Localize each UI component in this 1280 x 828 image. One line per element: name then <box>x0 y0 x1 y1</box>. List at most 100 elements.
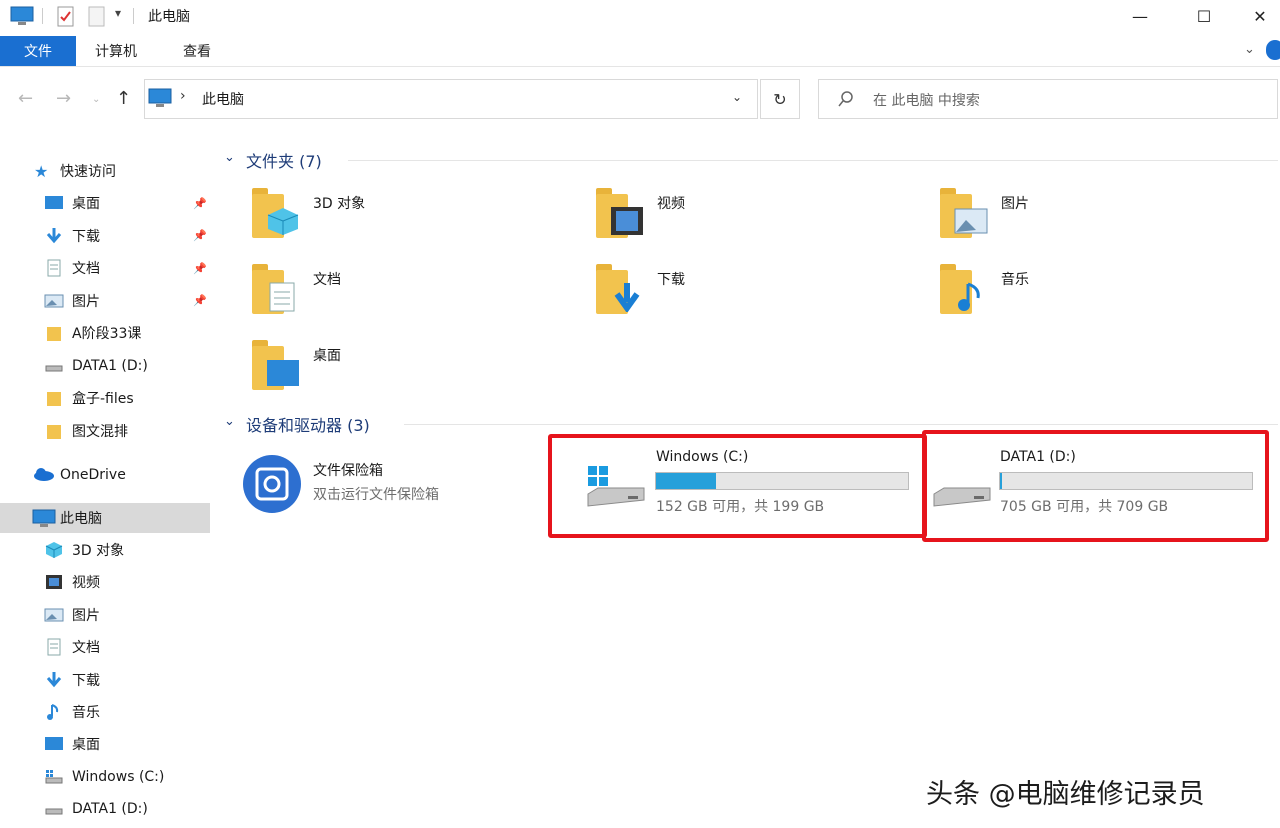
pin-icon[interactable]: 📌 <box>193 197 207 210</box>
back-icon[interactable]: ← <box>18 88 33 109</box>
sidebar-item[interactable]: 桌面 <box>0 729 210 759</box>
star-icon: ★ <box>34 161 49 181</box>
sidebar-item-label: DATA1 (D:) <box>72 801 148 818</box>
folder-label: 文档 <box>313 272 341 288</box>
breadcrumb-separator: › <box>180 88 186 104</box>
video-icon <box>44 573 64 591</box>
document-icon <box>44 259 64 277</box>
sidebar-item[interactable]: 3D 对象 <box>0 535 210 565</box>
folder-icon <box>44 422 64 440</box>
folder-item[interactable]: 视频 <box>596 186 896 246</box>
desktop-icon <box>44 194 64 212</box>
properties-icon[interactable] <box>56 6 76 28</box>
new-folder-icon[interactable] <box>88 6 106 28</box>
sidebar-item[interactable]: 盒子-files <box>0 383 210 413</box>
sidebar-item-label: 3D 对象 <box>72 543 125 559</box>
title-bar: ▾ 此电脑 — ☐ ✕ <box>0 0 1280 32</box>
tab-file[interactable]: 文件 <box>0 36 76 66</box>
windows-drive-icon <box>44 768 64 786</box>
refresh-button[interactable]: ↻ <box>760 79 800 119</box>
cube-icon <box>44 541 64 559</box>
folder-item[interactable]: 3D 对象 <box>252 186 552 246</box>
separator <box>42 8 43 24</box>
computer-icon <box>32 509 56 527</box>
highlight-box <box>548 434 927 538</box>
music-folder-icon <box>940 262 990 316</box>
up-icon[interactable]: ↑ <box>116 88 131 109</box>
sidebar-item[interactable]: 图文混排 <box>0 416 210 446</box>
maximize-button[interactable]: ☐ <box>1172 0 1236 32</box>
folder-item[interactable]: 音乐 <box>940 262 1240 322</box>
sidebar-item[interactable]: 视频 <box>0 567 210 597</box>
folder-label: 下载 <box>657 272 685 288</box>
picture-icon <box>44 292 64 310</box>
sidebar-item-label: DATA1 (D:) <box>72 357 148 374</box>
sidebar-item-label: 音乐 <box>72 705 100 721</box>
sidebar-item-label: 文档 <box>72 261 100 277</box>
sidebar-quick-access[interactable]: ★ 快速访问 <box>0 156 210 186</box>
document-folder-icon <box>252 262 302 316</box>
window-title: 此电脑 <box>148 9 190 25</box>
pin-icon[interactable]: 📌 <box>193 229 207 242</box>
sidebar-item[interactable]: 图片 📌 <box>0 286 210 316</box>
sidebar-item[interactable]: DATA1 (D:) <box>0 351 210 381</box>
sidebar-item-label: OneDrive <box>60 467 126 483</box>
sidebar-item-label: 快速访问 <box>60 164 116 180</box>
folder-icon <box>44 389 64 407</box>
sidebar-item[interactable]: 文档 📌 <box>0 253 210 283</box>
pin-icon[interactable]: 📌 <box>193 262 207 275</box>
divider <box>348 160 1278 161</box>
help-icon[interactable] <box>1266 40 1280 60</box>
collapse-chevron-icon[interactable]: ⌄ <box>224 414 235 429</box>
devices-group-title[interactable]: 设备和驱动器 (3) <box>246 412 370 436</box>
forward-icon[interactable]: → <box>56 88 71 109</box>
recent-dropdown-icon[interactable]: ⌄ <box>92 94 100 105</box>
folder-icon <box>44 324 64 342</box>
folder-item[interactable]: 文档 <box>252 262 552 322</box>
sidebar-item[interactable]: 下载 📌 <box>0 221 210 251</box>
search-icon <box>838 91 853 107</box>
sidebar-item[interactable]: 音乐 <box>0 697 210 727</box>
collapse-chevron-icon[interactable]: ⌄ <box>224 150 235 165</box>
picture-icon <box>44 606 64 624</box>
sidebar-item[interactable]: 文档 <box>0 632 210 662</box>
minimize-button[interactable]: — <box>1108 0 1172 32</box>
vault-item[interactable]: 文件保险箱 双击运行文件保险箱 <box>240 452 520 516</box>
sidebar-onedrive[interactable]: OneDrive <box>0 460 210 490</box>
sidebar-item-label: 视频 <box>72 575 100 592</box>
sidebar-item[interactable]: 桌面 📌 <box>0 188 210 218</box>
folder-item[interactable]: 桌面 <box>252 338 552 398</box>
sidebar-item[interactable]: Windows (C:) <box>0 762 210 792</box>
pin-icon[interactable]: 📌 <box>193 294 207 307</box>
drive-icon <box>44 357 64 375</box>
vault-name: 文件保险箱 <box>313 463 383 479</box>
sidebar-this-pc[interactable]: 此电脑 <box>0 503 210 533</box>
sidebar-item-label: 桌面 <box>72 737 100 754</box>
sidebar-item-label: 文档 <box>72 640 100 657</box>
folder-label: 3D 对象 <box>313 196 366 212</box>
download-icon <box>44 671 64 689</box>
folder-item[interactable]: 下载 <box>596 262 896 322</box>
separator <box>133 8 134 24</box>
sidebar-item-label: 下载 <box>72 672 100 689</box>
breadcrumb[interactable]: 此电脑 <box>202 89 244 109</box>
download-icon <box>44 227 64 245</box>
sidebar-item[interactable]: 下载 <box>0 665 210 695</box>
quick-access-dropdown-icon[interactable]: ▾ <box>115 6 121 20</box>
highlight-box <box>922 430 1269 542</box>
sidebar-item[interactable]: 图片 <box>0 600 210 630</box>
close-button[interactable]: ✕ <box>1228 0 1280 32</box>
tab-computer[interactable]: 计算机 <box>95 36 137 66</box>
sidebar-item[interactable]: DATA1 (D:) <box>0 794 210 824</box>
folders-group-title[interactable]: 文件夹 (7) <box>246 148 322 172</box>
folder-item[interactable]: 图片 <box>940 186 1240 246</box>
chevron-down-icon[interactable]: ⌄ <box>732 90 742 104</box>
divider <box>404 424 1278 425</box>
folder-label: 桌面 <box>313 348 341 364</box>
tab-view[interactable]: 查看 <box>183 36 211 66</box>
expand-ribbon-icon[interactable]: ⌄ <box>1244 42 1255 57</box>
search-placeholder: 在 此电脑 中搜索 <box>873 93 980 109</box>
sidebar-item[interactable]: A阶段33课 <box>0 318 210 348</box>
drive-icon <box>44 800 64 818</box>
sidebar-item-label: 桌面 <box>72 196 100 212</box>
